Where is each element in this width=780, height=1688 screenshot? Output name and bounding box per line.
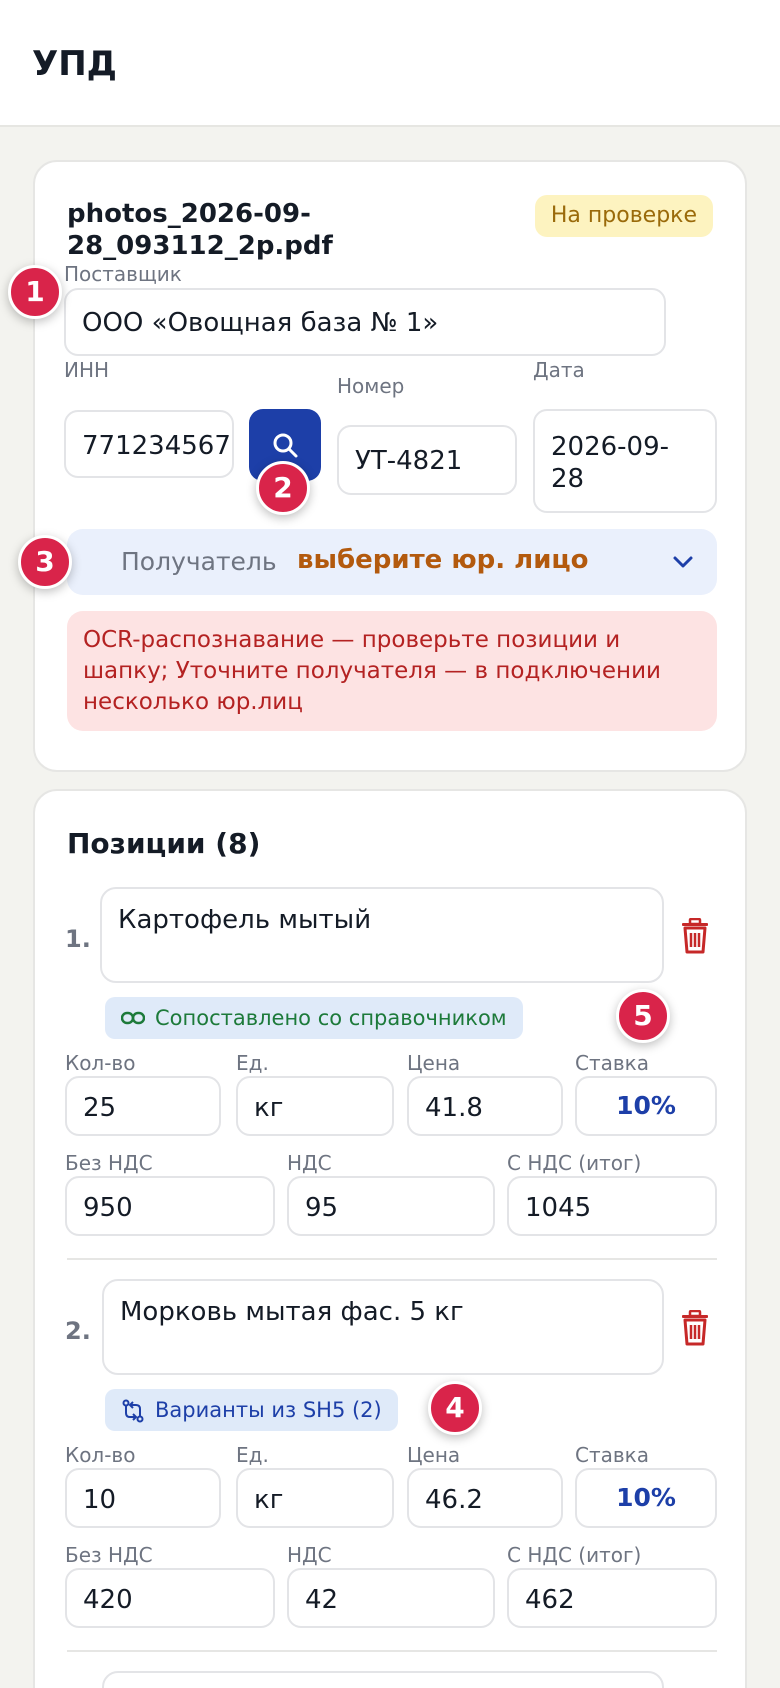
total-field[interactable]: 1045 xyxy=(507,1176,717,1236)
recipient-selector[interactable]: Получатель выберите юр. лицо xyxy=(67,529,717,595)
divider xyxy=(67,1650,717,1652)
price-label: Цена xyxy=(407,1051,461,1075)
supplier-value: ООО «Овощная база № 1» xyxy=(82,308,439,338)
number-field[interactable]: УТ-4821 xyxy=(337,425,517,495)
rate-label: Ставка xyxy=(575,1051,649,1075)
swap-icon xyxy=(122,1399,144,1423)
variants-chip[interactable]: Варианты из SH5 (2) xyxy=(105,1389,398,1431)
rate-label: Ставка xyxy=(575,1443,649,1467)
annotation-marker-4: 4 xyxy=(428,1381,482,1435)
position-name-field[interactable] xyxy=(102,1671,664,1688)
unit-field[interactable]: кг xyxy=(236,1076,394,1136)
price-field[interactable]: 41.8 xyxy=(407,1076,563,1136)
net-value: 420 xyxy=(83,1585,133,1615)
variants-chip-label: Варианты из SH5 (2) xyxy=(155,1398,382,1422)
app-header: УПД xyxy=(0,0,780,127)
price-label: Цена xyxy=(407,1443,461,1467)
file-name: photos_2026-09-28_093112_2p.pdf xyxy=(67,199,333,261)
position-name-field[interactable]: Картофель мытый xyxy=(100,887,664,983)
positions-card: Позиции (8) 1. Картофель мытый Сопоставл… xyxy=(33,789,747,1688)
inn-field[interactable]: 7712345678 xyxy=(64,410,234,478)
number-label: Номер xyxy=(337,374,405,398)
net-field[interactable]: 420 xyxy=(65,1568,275,1628)
inn-label: ИНН xyxy=(64,358,110,382)
recipient-value: выберите юр. лицо xyxy=(297,545,589,575)
unit-value: кг xyxy=(254,1093,284,1123)
chevron-down-icon xyxy=(673,556,693,568)
vat-value: 95 xyxy=(305,1193,339,1223)
unit-label: Ед. xyxy=(236,1443,269,1467)
matched-chip-label: Сопоставлено со справочником xyxy=(155,1006,507,1030)
total-value: 1045 xyxy=(525,1193,592,1223)
qty-field[interactable]: 10 xyxy=(65,1468,221,1528)
number-value: УТ-4821 xyxy=(355,446,463,476)
qty-label: Кол-во xyxy=(65,1051,136,1075)
net-label: Без НДС xyxy=(65,1151,153,1175)
status-badge: На проверке xyxy=(534,195,713,237)
search-icon xyxy=(273,433,298,458)
qty-value: 25 xyxy=(83,1093,117,1123)
rate-selector[interactable]: 10% xyxy=(575,1076,717,1136)
unit-field[interactable]: кг xyxy=(236,1468,394,1528)
net-label: Без НДС xyxy=(65,1543,153,1567)
rate-selector[interactable]: 10% xyxy=(575,1468,717,1528)
total-label: С НДС (итог) xyxy=(507,1151,642,1175)
position-name: Картофель мытый xyxy=(118,905,372,935)
vat-field[interactable]: 42 xyxy=(287,1568,495,1628)
vat-value: 42 xyxy=(305,1585,339,1615)
date-field[interactable]: 2026-09- 28 xyxy=(533,409,717,513)
trash-icon[interactable] xyxy=(678,1310,712,1346)
total-value: 462 xyxy=(525,1585,575,1615)
supplier-field[interactable]: ООО «Овощная база № 1» xyxy=(64,288,666,356)
price-value: 46.2 xyxy=(425,1485,483,1515)
date-label: Дата xyxy=(533,358,585,382)
page-title: УПД xyxy=(32,44,117,84)
vat-field[interactable]: 95 xyxy=(287,1176,495,1236)
vat-label: НДС xyxy=(287,1543,332,1567)
vat-label: НДС xyxy=(287,1151,332,1175)
unit-value: кг xyxy=(254,1485,284,1515)
total-field[interactable]: 462 xyxy=(507,1568,717,1628)
annotation-marker-1: 1 xyxy=(8,265,62,319)
position-name: Морковь мытая фас. 5 кг xyxy=(120,1297,464,1327)
annotation-marker-5: 5 xyxy=(616,989,670,1043)
net-value: 950 xyxy=(83,1193,133,1223)
annotation-marker-3: 3 xyxy=(18,535,72,589)
position-name-field[interactable]: Морковь мытая фас. 5 кг xyxy=(102,1279,664,1375)
qty-value: 10 xyxy=(83,1485,117,1515)
matched-chip[interactable]: Сопоставлено со справочником xyxy=(105,997,523,1039)
price-field[interactable]: 46.2 xyxy=(407,1468,563,1528)
inn-value: 7712345678 xyxy=(82,431,234,461)
divider xyxy=(67,1258,717,1260)
qty-field[interactable]: 25 xyxy=(65,1076,221,1136)
date-value-line2: 28 xyxy=(551,464,585,494)
link-icon xyxy=(121,1011,145,1025)
net-field[interactable]: 950 xyxy=(65,1176,275,1236)
position-number: 2. xyxy=(65,1317,91,1345)
annotation-marker-2: 2 xyxy=(256,461,310,515)
total-label: С НДС (итог) xyxy=(507,1543,642,1567)
positions-title: Позиции (8) xyxy=(67,827,261,860)
supplier-label: Поставщик xyxy=(64,262,182,286)
warning-message: OCR-распознавание — проверьте позиции и … xyxy=(67,611,717,731)
date-value-line1: 2026-09- xyxy=(551,432,670,462)
recipient-label: Получатель xyxy=(121,547,277,576)
document-card: photos_2026-09-28_093112_2p.pdf На прове… xyxy=(33,160,747,772)
position-number: 1. xyxy=(65,925,91,953)
price-value: 41.8 xyxy=(425,1093,483,1123)
unit-label: Ед. xyxy=(236,1051,269,1075)
qty-label: Кол-во xyxy=(65,1443,136,1467)
trash-icon[interactable] xyxy=(678,918,712,954)
